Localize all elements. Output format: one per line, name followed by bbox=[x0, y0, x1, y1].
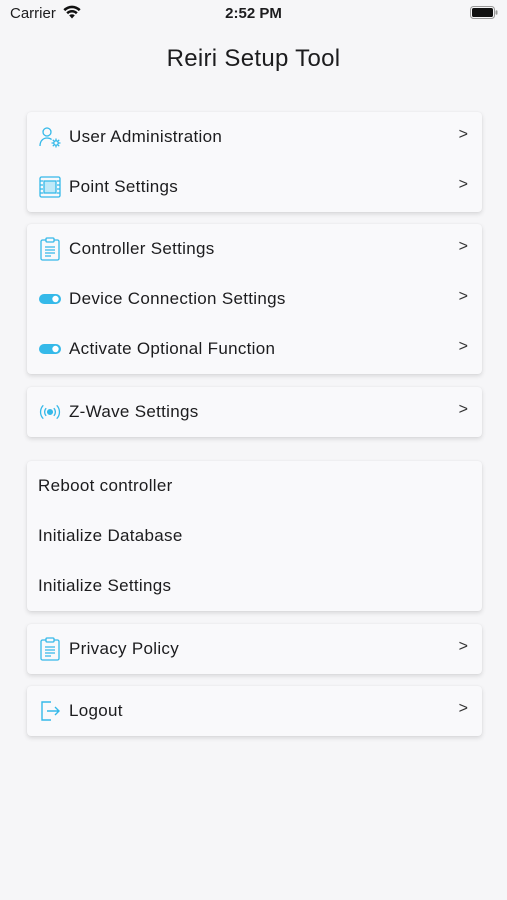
chevron-right-icon: > bbox=[458, 700, 468, 717]
menu-group-account: User Administration > Point Settings > bbox=[27, 112, 482, 212]
menu-item-label: Device Connection Settings bbox=[69, 289, 286, 308]
menu-item-label: Point Settings bbox=[69, 177, 179, 196]
chevron-right-icon: > bbox=[458, 288, 468, 305]
menu-item-initialize-database[interactable]: Initialize Database bbox=[27, 511, 482, 561]
menu-item-label: Controller Settings bbox=[69, 239, 215, 258]
menu-group-zwave: Z-Wave Settings > bbox=[27, 387, 482, 437]
menu-group-privacy: Privacy Policy > bbox=[27, 624, 482, 674]
menu-item-label: User Administration bbox=[69, 127, 223, 146]
chevron-right-icon: > bbox=[458, 238, 468, 255]
chevron-right-icon: > bbox=[458, 401, 468, 418]
clock: 2:52 PM bbox=[225, 5, 282, 22]
menu-item-reboot-controller[interactable]: Reboot controller bbox=[27, 461, 482, 511]
menu-item-controller-settings[interactable]: Controller Settings > bbox=[27, 224, 482, 274]
menu-item-label: Z-Wave Settings bbox=[69, 402, 199, 421]
menu-item-label: Activate Optional Function bbox=[69, 339, 276, 358]
menu-item-logout[interactable]: Logout > bbox=[27, 686, 482, 736]
wireless-icon bbox=[38, 400, 62, 424]
menu-item-point-settings[interactable]: Point Settings > bbox=[27, 162, 482, 212]
menu-item-label: Initialize Database bbox=[38, 526, 183, 545]
menu-item-privacy-policy[interactable]: Privacy Policy > bbox=[27, 624, 482, 674]
user-gear-icon bbox=[38, 125, 62, 149]
chevron-right-icon: > bbox=[458, 126, 468, 143]
menu-item-activate-optional-function[interactable]: Activate Optional Function > bbox=[27, 324, 482, 374]
logout-icon bbox=[38, 699, 62, 723]
menu-item-user-administration[interactable]: User Administration > bbox=[27, 112, 482, 162]
menu-item-initialize-settings[interactable]: Initialize Settings bbox=[27, 561, 482, 611]
chevron-right-icon: > bbox=[458, 176, 468, 193]
menu-group-maintenance: Reboot controller Initialize Database In… bbox=[27, 461, 482, 611]
chip-icon bbox=[38, 175, 62, 199]
clipboard-icon bbox=[38, 237, 62, 261]
page-title: Reiri Setup Tool bbox=[166, 45, 341, 72]
status-bar: Carrier 2:52 PM bbox=[0, 0, 507, 28]
toggle-icon bbox=[38, 287, 62, 311]
menu-group-controller: Controller Settings > Device Connection … bbox=[27, 224, 482, 374]
menu-item-label: Reboot controller bbox=[38, 476, 173, 495]
menu-item-label: Logout bbox=[69, 701, 123, 720]
toggle-icon bbox=[38, 337, 62, 361]
menu-item-z-wave-settings[interactable]: Z-Wave Settings > bbox=[27, 387, 482, 437]
clipboard-icon bbox=[38, 637, 62, 661]
menu-item-device-connection-settings[interactable]: Device Connection Settings > bbox=[27, 274, 482, 324]
menu-item-label: Privacy Policy bbox=[69, 639, 180, 658]
chevron-right-icon: > bbox=[458, 338, 468, 355]
menu-item-label: Initialize Settings bbox=[38, 576, 172, 595]
battery-icon bbox=[470, 6, 498, 19]
chevron-right-icon: > bbox=[458, 638, 468, 655]
menu-group-logout: Logout > bbox=[27, 686, 482, 736]
